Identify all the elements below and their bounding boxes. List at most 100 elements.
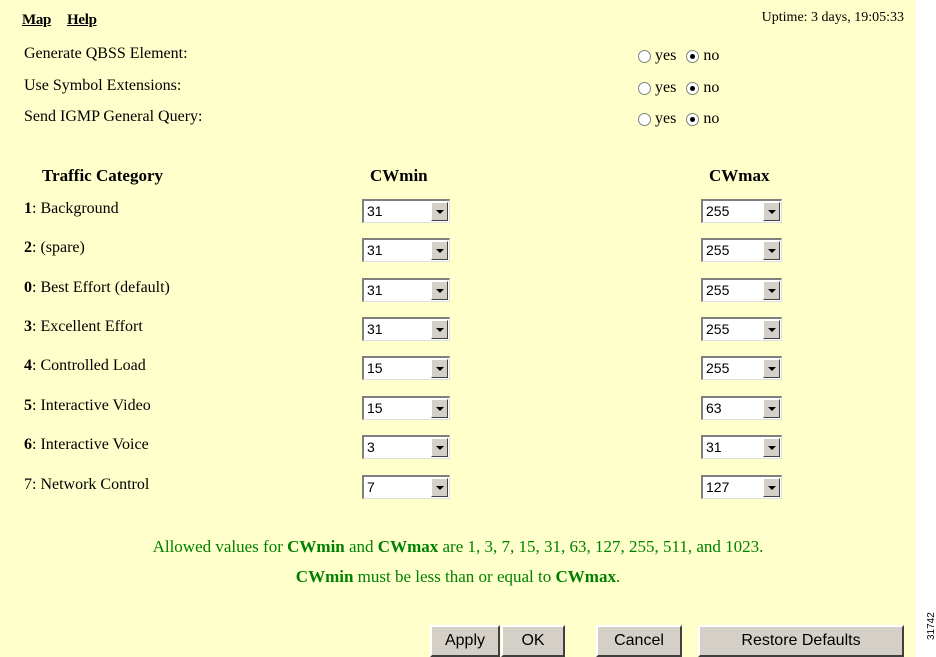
radio-qbss-no[interactable] [686,49,700,63]
radio-label: yes [655,79,677,96]
note-bold: CWmax [555,567,616,586]
option-label-qbss: Generate QBSS Element: [24,45,188,62]
select-value: 15 [367,360,383,376]
chevron-down-icon[interactable] [431,241,448,260]
restore-defaults-button[interactable]: Restore Defaults [698,625,904,657]
chevron-down-icon[interactable] [431,359,448,378]
radio-group-igmp: yes no [638,110,729,128]
chevron-down-icon[interactable] [431,281,448,300]
row-number: 0 [24,279,32,296]
cancel-button[interactable]: Cancel [596,625,682,657]
row-number: 1 [24,200,32,217]
radio-label: yes [655,110,677,127]
select-value: 255 [706,203,730,219]
note-bold: CWmin [295,567,354,586]
chevron-down-icon[interactable] [763,359,780,378]
note-text: must be less than or equal to [353,567,556,586]
chevron-down-icon[interactable] [763,438,780,457]
chevron-down-icon[interactable] [763,399,780,418]
chevron-down-icon[interactable] [431,320,448,339]
note-bold: CWmin [287,537,345,556]
cwmax-select-interactive-voice[interactable]: 31 [701,435,782,459]
radio-qbss-yes[interactable] [638,49,651,63]
radio-label: no [703,110,720,127]
radio-group-qbss: yes no [638,47,729,65]
cwmin-select-spare[interactable]: 31 [362,238,450,262]
select-value: 63 [706,400,722,416]
radio-label: no [703,47,720,64]
header-cwmax: CWmax [709,166,770,185]
chevron-down-icon[interactable] [431,478,448,497]
help-link[interactable]: Help [67,12,97,29]
cwmin-select-network-control[interactable]: 7 [362,475,450,499]
select-value: 31 [367,242,383,258]
row-name: : Network Control [32,476,150,493]
chevron-down-icon[interactable] [431,438,448,457]
row-number: 2 [24,239,32,256]
select-value: 7 [367,479,375,495]
figure-id: 31742 [926,612,936,640]
chevron-down-icon[interactable] [763,202,780,221]
cwmin-select-background[interactable]: 31 [362,199,450,223]
radio-igmp-no[interactable] [686,112,700,126]
cwmax-select-background[interactable]: 255 [701,199,782,223]
row-number: 4 [24,357,32,374]
header-cwmin: CWmin [370,166,428,185]
cwmin-select-interactive-video[interactable]: 15 [362,396,450,420]
chevron-down-icon[interactable] [763,320,780,339]
chevron-down-icon[interactable] [431,399,448,418]
row-name: : (spare) [32,239,85,256]
note-text: . [615,567,621,586]
settings-panel: Map Help Uptime: 3 days, 19:05:33 Genera… [0,0,916,657]
cwmax-select-network-control[interactable]: 127 [701,475,782,499]
select-value: 255 [706,282,730,298]
select-value: 31 [706,439,722,455]
radio-label: yes [655,47,677,64]
select-value: 127 [706,479,730,495]
row-name: : Interactive Voice [32,436,149,453]
row-number: 5 [24,397,32,414]
uptime-text: Uptime: 3 days, 19:05:33 [761,10,904,25]
allowed-values-note: Allowed values for CWmin and CWmax are 1… [0,537,916,557]
note-text: are 1, 3, 7, 15, 31, 63, 127, 255, 511, … [438,537,764,556]
row-number: 6 [24,436,32,453]
row-label-interactive-voice: 6: Interactive Voice [24,436,149,454]
map-link[interactable]: Map [22,12,51,29]
row-label-network-control: 7: Network Control [24,476,149,494]
constraint-note: CWmin must be less than or equal to CWma… [0,567,916,587]
cwmin-select-best-effort[interactable]: 31 [362,278,450,302]
apply-button[interactable]: Apply [430,625,500,657]
cwmax-select-spare[interactable]: 255 [701,238,782,262]
chevron-down-icon[interactable] [763,281,780,300]
note-text: and [344,537,378,556]
row-name: : Interactive Video [32,397,151,414]
chevron-down-icon[interactable] [763,478,780,497]
select-value: 255 [706,321,730,337]
radio-symbol-yes[interactable] [638,81,651,95]
ok-button[interactable]: OK [501,625,565,657]
select-value: 255 [706,360,730,376]
note-text: Allowed values for [152,537,288,556]
row-name: : Excellent Effort [32,318,143,335]
cwmax-select-interactive-video[interactable]: 63 [701,396,782,420]
cwmax-select-excellent-effort[interactable]: 255 [701,317,782,341]
note-bold: CWmax [377,537,439,556]
radio-symbol-no[interactable] [686,81,700,95]
cwmin-select-interactive-voice[interactable]: 3 [362,435,450,459]
row-label-controlled-load: 4: Controlled Load [24,357,146,375]
chevron-down-icon[interactable] [763,241,780,260]
header-traffic-category: Traffic Category [42,166,163,185]
cwmax-select-best-effort[interactable]: 255 [701,278,782,302]
row-label-interactive-video: 5: Interactive Video [24,397,151,415]
cwmin-select-excellent-effort[interactable]: 31 [362,317,450,341]
cwmin-select-controlled-load[interactable]: 15 [362,356,450,380]
option-label-igmp: Send IGMP General Query: [24,108,203,125]
row-number: 7 [24,476,32,493]
cwmax-select-controlled-load[interactable]: 255 [701,356,782,380]
select-value: 3 [367,439,375,455]
chevron-down-icon[interactable] [431,202,448,221]
row-label-best-effort: 0: Best Effort (default) [24,279,170,297]
top-bar: Map Help Uptime: 3 days, 19:05:33 [0,0,916,40]
radio-igmp-yes[interactable] [638,112,651,126]
select-value: 255 [706,242,730,258]
